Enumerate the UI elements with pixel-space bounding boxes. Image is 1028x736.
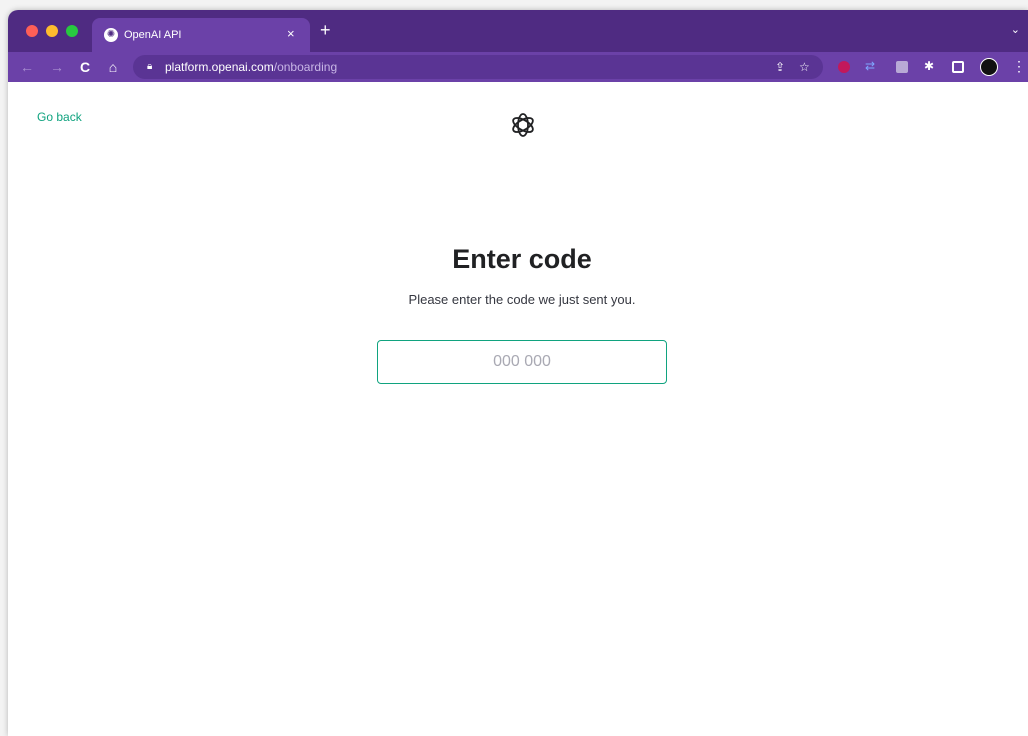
new-tab-button[interactable]: + [320,20,331,40]
lock-icon: 🔒︎ [147,61,153,72]
home-button[interactable]: ⌂ [104,58,122,76]
verification-code-input[interactable] [377,340,667,384]
extensions-puzzle-icon[interactable]: ✱ [924,58,934,74]
tab-close-icon[interactable]: × [287,26,295,42]
reload-button[interactable]: C [76,58,94,76]
extension-arrows-icon[interactable]: ⇄ [865,58,875,74]
tab-bar: ✺ OpenAI API × + ⌄ [8,10,1028,52]
back-button[interactable]: ← [18,58,36,76]
forward-button[interactable]: → [48,58,66,76]
tab-openai-api[interactable]: ✺ OpenAI API × [92,18,310,52]
extension-red-icon[interactable] [838,61,850,73]
openai-logo-icon [512,113,534,137]
go-back-link[interactable]: Go back [37,110,82,124]
tab-search-dropdown-icon[interactable]: ⌄ [1011,22,1020,38]
tab-title: OpenAI API [124,29,182,41]
bookmark-star-icon[interactable]: ☆ [799,59,810,75]
openai-icon: ✺ [104,28,118,42]
share-icon[interactable]: ⇪ [775,59,785,75]
profile-avatar[interactable] [980,58,998,76]
browser-menu-icon[interactable]: ⋮ [1012,57,1026,75]
maximize-window-button[interactable] [66,25,78,37]
url-text: platform.openai.com/onboarding [165,60,338,74]
side-panel-icon[interactable] [952,61,964,73]
extension-camera-icon[interactable] [896,61,908,73]
browser-toolbar: ← → C ⌂ 🔒︎ platform.openai.com/onboardin… [8,52,1028,82]
onboarding-page: Go back Enter code Please enter the code… [8,82,1028,736]
page-subtitle: Please enter the code we just sent you. [408,292,636,307]
page-title: Enter code [452,244,592,274]
close-window-button[interactable] [26,25,38,37]
minimize-window-button[interactable] [46,25,58,37]
address-bar[interactable]: 🔒︎ platform.openai.com/onboarding ⇪ ☆ [133,55,823,79]
browser-window: ✺ OpenAI API × + ⌄ ← → C ⌂ 🔒︎ platform.o… [8,10,1028,736]
